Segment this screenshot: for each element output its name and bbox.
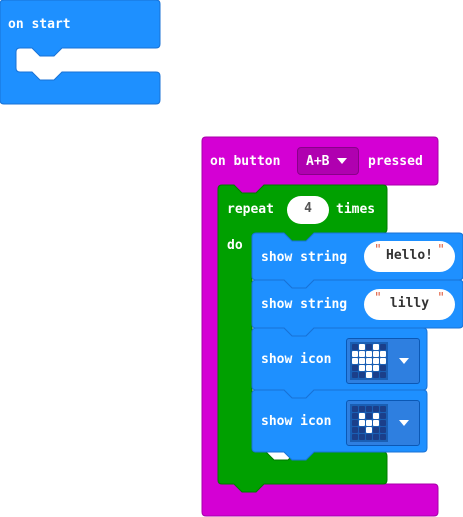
repeat-count-input[interactable]: 4	[287, 196, 329, 224]
string-value-1: Hello!	[386, 248, 433, 263]
led-pixel	[380, 427, 386, 433]
on-start-label: on start	[8, 17, 71, 32]
led-pixel	[359, 372, 365, 378]
led-pixel	[380, 434, 386, 440]
show-icon-label-1: show icon	[261, 352, 332, 367]
led-pixel	[366, 351, 372, 357]
led-pixel	[352, 358, 358, 364]
led-pixel	[366, 413, 372, 419]
string-input-1[interactable]: " Hello! "	[364, 241, 455, 272]
led-pixel	[380, 413, 386, 419]
led-pixel	[352, 365, 358, 371]
on-button-label: on button	[210, 154, 281, 169]
led-pixel	[373, 372, 379, 378]
button-select-dropdown[interactable]: A+B	[297, 147, 359, 175]
led-pixel	[373, 434, 379, 440]
do-label: do	[227, 238, 243, 253]
led-pixel	[366, 406, 372, 412]
led-pixel	[366, 420, 372, 426]
led-pixel	[373, 358, 379, 364]
small-heart-icon	[350, 404, 388, 442]
string-value-2: lilly	[389, 296, 430, 311]
led-pixel	[359, 427, 365, 433]
led-pixel	[352, 344, 358, 350]
led-pixel	[359, 365, 365, 371]
repeat-label: repeat	[227, 202, 274, 217]
led-pixel	[380, 351, 386, 357]
led-pixel	[352, 434, 358, 440]
led-pixel	[373, 351, 379, 357]
show-icon-label-2: show icon	[261, 414, 332, 429]
led-pixel	[352, 372, 358, 378]
led-pixel	[359, 351, 365, 357]
led-pixel	[359, 413, 365, 419]
led-pixel	[373, 365, 379, 371]
led-pixel	[380, 420, 386, 426]
icon-picker-2[interactable]	[346, 400, 420, 446]
led-pixel	[359, 406, 365, 412]
led-pixel	[380, 358, 386, 364]
led-pixel	[359, 344, 365, 350]
led-pixel	[366, 427, 372, 433]
led-pixel	[373, 413, 379, 419]
led-pixel	[380, 372, 386, 378]
show-string-label-1: show string	[261, 250, 348, 265]
led-pixel	[366, 358, 372, 364]
heart-icon	[350, 342, 388, 380]
led-pixel	[359, 358, 365, 364]
pressed-label: pressed	[368, 154, 423, 169]
string-input-2[interactable]: " lilly "	[364, 289, 455, 320]
led-pixel	[373, 420, 379, 426]
led-pixel	[373, 406, 379, 412]
chevron-down-icon	[399, 420, 409, 426]
led-pixel	[380, 344, 386, 350]
led-pixel	[359, 420, 365, 426]
led-pixel	[366, 372, 372, 378]
show-string-label-2: show string	[261, 297, 348, 312]
led-pixel	[352, 351, 358, 357]
led-pixel	[352, 406, 358, 412]
led-pixel	[373, 427, 379, 433]
led-pixel	[373, 344, 379, 350]
led-pixel	[380, 365, 386, 371]
led-pixel	[352, 420, 358, 426]
button-select-value: A+B	[306, 153, 330, 169]
led-pixel	[352, 413, 358, 419]
led-pixel	[352, 427, 358, 433]
times-label: times	[336, 202, 376, 217]
icon-picker-1[interactable]	[346, 338, 420, 384]
led-pixel	[366, 344, 372, 350]
chevron-down-icon	[399, 358, 409, 364]
led-pixel	[366, 434, 372, 440]
on-start-block[interactable]	[0, 0, 161, 105]
led-pixel	[366, 365, 372, 371]
led-pixel	[359, 434, 365, 440]
led-pixel	[380, 406, 386, 412]
chevron-down-icon	[337, 158, 348, 164]
